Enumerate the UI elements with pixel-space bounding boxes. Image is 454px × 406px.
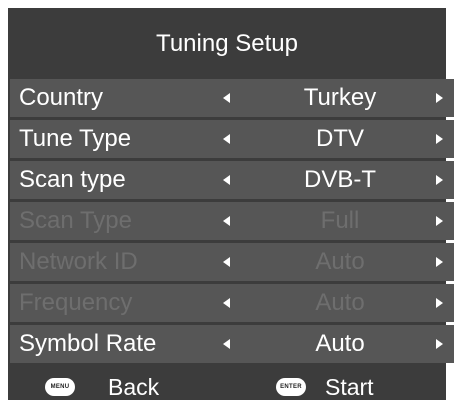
arrow-left-icon[interactable] <box>223 175 230 185</box>
arrow-right-icon[interactable] <box>436 339 443 349</box>
arrow-right-icon[interactable] <box>436 93 443 103</box>
row-scan-type[interactable]: Scan type DVB-T <box>10 161 454 199</box>
row-label: Tune Type <box>19 125 132 152</box>
row-label: Network ID <box>19 248 138 275</box>
row-label: Symbol Rate <box>19 330 157 357</box>
row-label: Country <box>19 84 104 111</box>
arrow-left-icon <box>223 257 230 267</box>
back-label[interactable]: Back <box>108 368 159 406</box>
row-value: DTV <box>316 125 364 152</box>
row-value: Full <box>320 207 360 234</box>
arrow-left-icon <box>223 216 230 226</box>
row-label: Frequency <box>19 289 133 316</box>
arrow-right-icon <box>436 257 443 267</box>
footer-bar: MENU Back ENTER Start <box>8 368 446 400</box>
arrow-left-icon[interactable] <box>223 93 230 103</box>
menu-key-icon[interactable]: MENU <box>45 378 75 396</box>
row-value: Auto <box>315 248 365 275</box>
tuning-setup-panel: Tuning Setup Country Turkey Tune Type DT… <box>8 8 454 400</box>
page-title: Tuning Setup <box>156 29 298 57</box>
arrow-left-icon <box>223 298 230 308</box>
row-frequency: Frequency Auto <box>10 284 454 322</box>
enter-key-icon[interactable]: ENTER <box>276 378 306 396</box>
row-scan-type-mode: Scan Type Full <box>10 202 454 240</box>
row-network-id: Network ID Auto <box>10 243 454 281</box>
row-symbol-rate[interactable]: Symbol Rate Auto <box>10 325 454 363</box>
row-value: Auto <box>315 289 365 316</box>
row-label: Scan type <box>19 166 126 193</box>
row-label: Scan Type <box>19 207 132 234</box>
start-label[interactable]: Start <box>325 368 374 406</box>
arrow-right-icon[interactable] <box>436 175 443 185</box>
row-value: Turkey <box>303 84 377 111</box>
arrow-right-icon[interactable] <box>436 134 443 144</box>
arrow-right-icon <box>436 216 443 226</box>
arrow-left-icon[interactable] <box>223 134 230 144</box>
arrow-left-icon[interactable] <box>223 339 230 349</box>
row-value: DVB-T <box>304 166 376 193</box>
row-value: Auto <box>315 330 365 357</box>
row-country[interactable]: Country Turkey <box>10 79 454 117</box>
row-tune-type[interactable]: Tune Type DTV <box>10 120 454 158</box>
arrow-right-icon <box>436 298 443 308</box>
